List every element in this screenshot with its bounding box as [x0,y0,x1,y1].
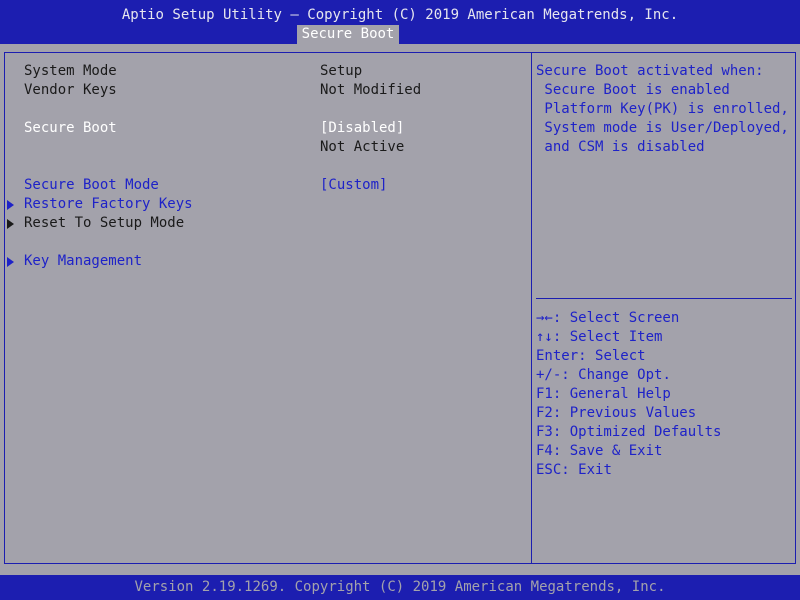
system-mode-label: System Mode [24,63,117,79]
menu-key-management[interactable]: Key Management [0,252,530,271]
menu-reset-to-setup-mode[interactable]: Reset To Setup Mode [0,214,530,233]
key-name: Enter [536,348,579,364]
key-name: +/- [536,367,562,383]
key-action: : Select Item [552,329,663,345]
secure-boot-mode-label: Secure Boot Mode [24,177,159,193]
footer-bar: Version 2.19.1269. Copyright (C) 2019 Am… [0,575,800,600]
key-legend-item: F3: Optimized Defaults [536,423,721,442]
help-line: System mode is User/Deployed, [536,120,789,136]
key-legend-item: F4: Save & Exit [536,442,662,461]
key-action: : Select [578,348,646,364]
secure-boot-mode-value[interactable]: [Custom] [320,176,387,195]
restore-factory-keys-label: Restore Factory Keys [24,196,193,212]
key-management-label: Key Management [24,253,143,269]
system-mode-value: Setup [320,63,363,79]
key-name: →← [536,310,553,326]
vendor-keys-label: Vendor Keys [24,82,117,98]
help-line: Secure Boot is enabled [536,82,730,98]
secure-boot-label: Secure Boot [24,120,117,136]
submenu-arrow-icon [7,200,14,210]
setting-system-mode: System Mode Setup [0,62,530,81]
setting-secure-boot[interactable]: Secure Boot [Disabled] [0,119,530,138]
tab-secure-boot[interactable]: Secure Boot [297,25,399,44]
secure-boot-status-row: Not Active [0,138,530,157]
app-title: Aptio Setup Utility – Copyright (C) 2019… [121,7,679,23]
key-legend-item: +/-: Change Opt. [536,366,671,385]
key-action: : Previous Values [552,405,697,421]
key-action: : Optimized Defaults [552,424,722,440]
key-action: : Change Opt. [561,367,671,383]
help-line: Secure Boot activated when: [536,63,764,79]
key-name: F4 [536,443,553,459]
help-line: and CSM is disabled [536,139,705,155]
submenu-arrow-icon [7,257,14,267]
reset-to-setup-mode-label: Reset To Setup Mode [24,215,185,231]
key-name: ↑↓ [536,329,553,345]
key-legend-item: F1: General Help [536,385,671,404]
key-legend-item: Enter: Select [536,347,646,366]
key-name: F1 [536,386,553,402]
secure-boot-status: Not Active [320,139,405,155]
key-legend-item: →←: Select Screen [536,309,679,328]
key-action: : Save & Exit [552,443,663,459]
help-divider [536,298,792,299]
key-name: ESC [536,462,562,478]
menu-restore-factory-keys[interactable]: Restore Factory Keys [0,195,530,214]
key-action: : Exit [561,462,612,478]
submenu-arrow-icon [7,219,14,229]
version-text: Version 2.19.1269. Copyright (C) 2019 Am… [134,579,666,595]
key-action: : Select Screen [552,310,680,326]
key-name: F2 [536,405,553,421]
help-line: Platform Key(PK) is enrolled, [536,101,789,117]
setting-vendor-keys: Vendor Keys Not Modified [0,81,530,100]
key-action: : General Help [552,386,671,402]
panel-divider [531,52,532,564]
title-bar: Aptio Setup Utility – Copyright (C) 2019… [0,0,800,44]
setting-secure-boot-mode[interactable]: Secure Boot Mode [Custom] [0,176,530,195]
key-name: F3 [536,424,553,440]
vendor-keys-value: Not Modified [320,82,422,98]
key-legend-item: F2: Previous Values [536,404,696,423]
key-legend-item: ESC: Exit [536,461,612,480]
secure-boot-value[interactable]: [Disabled] [320,119,404,138]
key-legend-item: ↑↓: Select Item [536,328,662,347]
